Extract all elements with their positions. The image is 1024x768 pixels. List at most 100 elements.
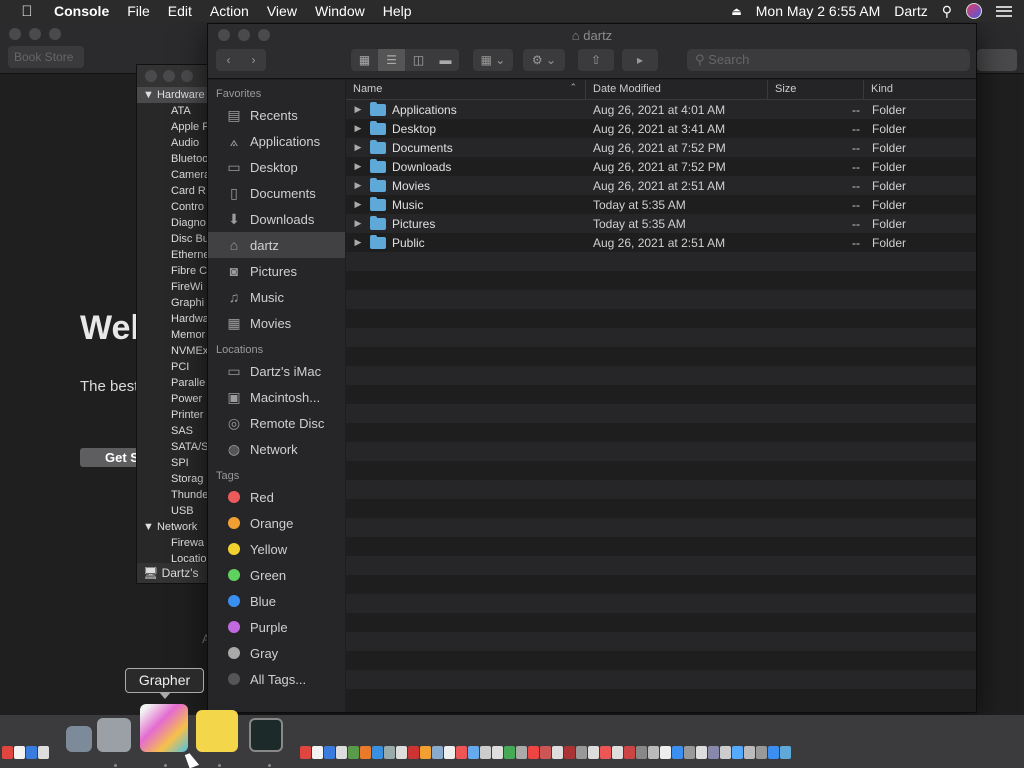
dock-app-icon[interactable] (612, 746, 623, 759)
tree-item[interactable]: NVMEx (137, 343, 207, 359)
tree-item[interactable]: FireWi (137, 279, 207, 295)
dock-app-icon[interactable] (348, 746, 359, 759)
tree-item[interactable]: SPI (137, 455, 207, 471)
dock-app-icon[interactable] (780, 746, 791, 759)
dock-app-icon[interactable] (540, 746, 551, 759)
disclosure-triangle-icon[interactable]: ▶ (348, 218, 368, 229)
forward-icon[interactable]: › (241, 53, 266, 67)
tree-item[interactable]: Paralle (137, 375, 207, 391)
dock-app-icon[interactable] (396, 746, 407, 759)
sidebar-item-dartz-s-imac[interactable]: ▭ Dartz's iMac (208, 358, 345, 384)
tag-item[interactable]: Red (208, 484, 345, 510)
dock-app-icon[interactable] (684, 746, 695, 759)
back-icon[interactable]: ‹ (216, 53, 241, 67)
tree-category[interactable]: ▼ Hardware (137, 87, 207, 103)
tree-item[interactable]: Graphi (137, 295, 207, 311)
sidebar-item-dartz[interactable]: ⌂ dartz (208, 232, 345, 258)
sidebar-item-remote-disc[interactable]: ◎ Remote Disc (208, 410, 345, 436)
dock-app-icon[interactable] (708, 746, 719, 759)
dock-app-icon[interactable] (600, 746, 611, 759)
apple-menu-icon[interactable]:  (0, 3, 54, 20)
sidebar-item-movies[interactable]: ▦ Movies (208, 310, 345, 336)
dock-app-icon[interactable] (456, 746, 467, 759)
sidebar-item-macintosh[interactable]: ▣ Macintosh... (208, 384, 345, 410)
dock-app-icon[interactable] (336, 746, 347, 759)
share-icon[interactable]: ⇧ (578, 49, 614, 71)
column-kind[interactable]: Kind (864, 80, 976, 99)
table-row[interactable]: ▶ Downloads Aug 26, 2021 at 7:52 PM -- Folde… (346, 157, 976, 176)
dock-app-icon[interactable] (38, 746, 49, 759)
dock-app-icon[interactable] (564, 746, 575, 759)
dock-app-icon[interactable] (14, 746, 25, 759)
toolbar-button[interactable] (977, 49, 1017, 71)
dock-app-icon[interactable] (624, 746, 635, 759)
dock-app-icon[interactable] (768, 746, 779, 759)
dock-app-icon[interactable] (636, 746, 647, 759)
dock-app-icon[interactable] (444, 746, 455, 759)
dock-app-icon[interactable] (312, 746, 323, 759)
dock-app-icon[interactable] (300, 746, 311, 759)
utilities-icon[interactable] (66, 726, 92, 752)
dock-app-icon[interactable] (648, 746, 659, 759)
sidebar-item-downloads[interactable]: ⬇ Downloads (208, 206, 345, 232)
column-name[interactable]: Name ⌃ (346, 80, 586, 99)
dock-app-icon[interactable] (384, 746, 395, 759)
sidebar-item-recents[interactable]: ▤ Recents (208, 102, 345, 128)
dock-app-icon[interactable] (696, 746, 707, 759)
tag-icon[interactable]: ▸ (622, 49, 658, 71)
activity-monitor-icon[interactable] (249, 718, 283, 752)
accessibility-icon[interactable] (97, 718, 131, 752)
table-row[interactable]: ▶ Applications Aug 26, 2021 at 4:01 AM -- Fo… (346, 100, 976, 119)
sidebar-item-applications[interactable]: ⟑ Applications (208, 128, 345, 154)
disclosure-triangle-icon[interactable]: ▶ (348, 180, 368, 191)
sidebar-item-pictures[interactable]: ◙ Pictures (208, 258, 345, 284)
dock-app-icon[interactable] (2, 746, 13, 759)
menu-view[interactable]: View (258, 3, 306, 19)
dock-app-icon[interactable] (492, 746, 503, 759)
dock-app-icon[interactable] (432, 746, 443, 759)
close-button[interactable] (9, 28, 21, 40)
tag-item[interactable]: Orange (208, 510, 345, 536)
disclosure-triangle-icon[interactable]: ▶ (348, 123, 368, 134)
tree-item[interactable]: Storag (137, 471, 207, 487)
dock-app-icon[interactable] (756, 746, 767, 759)
sidebar-item-desktop[interactable]: ▭ Desktop (208, 154, 345, 180)
table-row[interactable]: ▶ Public Aug 26, 2021 at 2:51 AM -- Folder (346, 233, 976, 252)
tag-item[interactable]: Yellow (208, 536, 345, 562)
dock-app-icon[interactable] (516, 746, 527, 759)
dock-app-icon[interactable] (588, 746, 599, 759)
eject-icon[interactable]: ⏏ (731, 5, 741, 18)
tree-item[interactable]: PCI (137, 359, 207, 375)
tree-item[interactable]: Apple P (137, 119, 207, 135)
tree-item[interactable]: Power (137, 391, 207, 407)
close-button[interactable] (145, 70, 157, 82)
menu-edit[interactable]: Edit (159, 3, 201, 19)
tree-item[interactable]: Disc Bu (137, 231, 207, 247)
tree-item[interactable]: Hardwa (137, 311, 207, 327)
disclosure-triangle-icon[interactable]: ▶ (348, 161, 368, 172)
tree-category[interactable]: ▼ Network (137, 519, 207, 535)
minimize-button[interactable] (29, 28, 41, 40)
sidebar-item-music[interactable]: ♫ Music (208, 284, 345, 310)
tree-item[interactable]: ATA (137, 103, 207, 119)
tree-item[interactable]: Bluetoo (137, 151, 207, 167)
menu-clock[interactable]: Mon May 2 6:55 AM (756, 3, 881, 19)
column-view-icon[interactable]: ◫ (405, 49, 432, 71)
menu-file[interactable]: File (118, 3, 159, 19)
dock-app-icon[interactable] (552, 746, 563, 759)
grapher-icon[interactable] (140, 704, 188, 752)
menu-window[interactable]: Window (306, 3, 374, 19)
tree-item[interactable]: Thunde (137, 487, 207, 503)
dock-app-icon[interactable] (26, 746, 37, 759)
tree-item[interactable]: Fibre C (137, 263, 207, 279)
menu-help[interactable]: Help (374, 3, 421, 19)
siri-icon[interactable] (966, 3, 982, 19)
tree-item[interactable]: Camera (137, 167, 207, 183)
table-row[interactable]: ▶ Music Today at 5:35 AM -- Folder (346, 195, 976, 214)
table-row[interactable]: ▶ Desktop Aug 26, 2021 at 3:41 AM -- Folder (346, 119, 976, 138)
tag-item[interactable]: Green (208, 562, 345, 588)
dock-app-icon[interactable] (480, 746, 491, 759)
sidebar-item-network[interactable]: ◍ Network (208, 436, 345, 462)
tree-item[interactable]: Printer (137, 407, 207, 423)
tree-item[interactable]: Firewa (137, 535, 207, 551)
